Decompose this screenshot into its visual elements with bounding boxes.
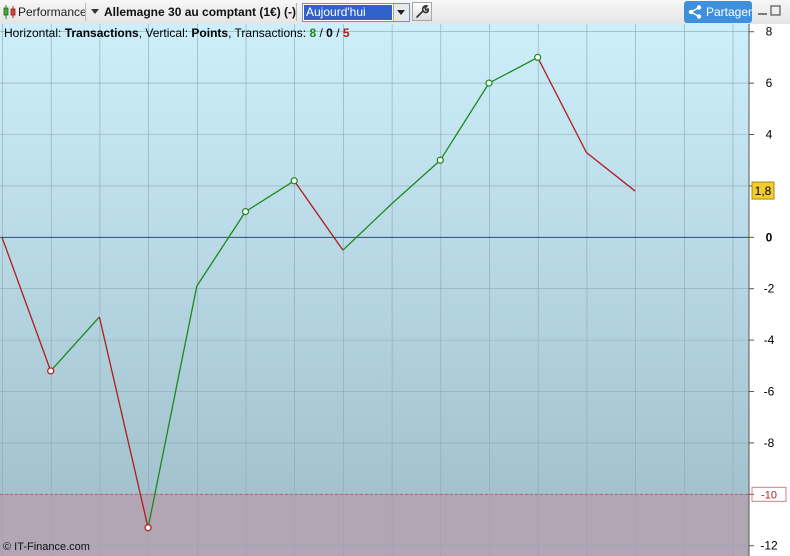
period-value: Aujourd'hui: [304, 5, 392, 20]
trade-marker: [47, 367, 55, 375]
last-value-label: 1,8: [755, 184, 772, 198]
info-t-prefix: , Transactions:: [228, 26, 309, 40]
trade-marker: [485, 79, 493, 87]
candlestick-icon[interactable]: [3, 5, 16, 19]
info-h-value: Transactions: [65, 26, 139, 40]
y-tick-label: 0: [766, 230, 773, 244]
instrument-selector[interactable]: Allemagne 30 au comptant (1€) (-): [104, 0, 296, 24]
y-tick-label: -8: [764, 436, 775, 450]
y-tick-label: -2: [764, 282, 775, 296]
period-select[interactable]: Aujourd'hui: [302, 3, 410, 22]
share-label: Partager: [706, 5, 753, 19]
drawdown-label: -10: [761, 489, 777, 501]
y-tick-label: 6: [766, 76, 773, 90]
share-icon: [688, 5, 702, 19]
performance-menu[interactable]: Performance: [18, 0, 87, 24]
y-tick-label: -6: [764, 385, 775, 399]
share-button[interactable]: Partager: [684, 1, 752, 23]
toolbar-divider: [85, 3, 86, 21]
info-v-prefix: , Vertical:: [139, 26, 192, 40]
trade-marker: [534, 53, 542, 62]
info-v-value: Points: [191, 26, 228, 40]
watermark: © IT-Finance.com: [3, 541, 90, 553]
losing-count: 5: [343, 26, 350, 40]
trade-marker: [436, 156, 444, 164]
chart-info-line: Horizontal: Transactions, Vertical: Poin…: [4, 26, 350, 40]
trade-marker: [144, 524, 152, 532]
maximize-icon[interactable]: [770, 5, 781, 16]
y-tick-label: 8: [766, 25, 773, 39]
y-tick-label: -4: [764, 333, 775, 347]
trade-marker: [290, 177, 298, 185]
instrument-dropdown-icon[interactable]: [91, 9, 99, 14]
settings-button[interactable]: [412, 2, 432, 21]
plot-background: [0, 24, 749, 556]
performance-chart: 86420-2-4-6-8-12 -10 1,8 Horizontal: Tra…: [0, 24, 790, 556]
drawdown-zone: [0, 494, 749, 556]
chevron-down-icon[interactable]: [393, 4, 409, 21]
info-h-prefix: Horizontal:: [4, 26, 65, 40]
y-tick-label: 4: [766, 128, 773, 142]
wrench-icon: [416, 5, 429, 18]
trade-marker: [241, 208, 250, 216]
minimize-icon[interactable]: [757, 5, 768, 16]
info-separator: /: [333, 26, 343, 40]
y-tick-label: -12: [760, 539, 778, 553]
toolbar: Performance Allemagne 30 au comptant (1€…: [0, 0, 790, 25]
toolbar-divider: [296, 3, 297, 21]
info-separator: /: [316, 26, 326, 40]
